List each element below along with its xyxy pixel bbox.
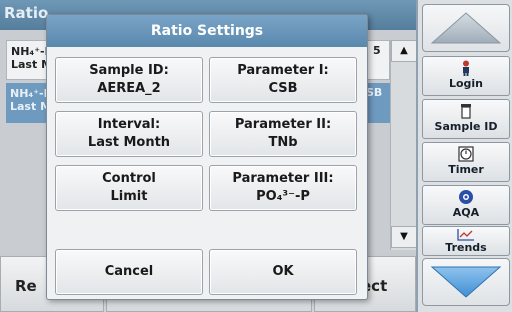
ok-button[interactable]: OK	[209, 249, 357, 295]
control-limit-line2: Limit	[110, 189, 148, 204]
parameter-2-value: TNb	[268, 135, 298, 150]
timer-button[interactable]: Timer	[422, 142, 510, 182]
dialog-title: Ratio Settings	[47, 15, 367, 47]
parameter-1-label: Parameter I:	[237, 63, 329, 78]
control-limit-button[interactable]: Control Limit	[55, 165, 203, 211]
parameter-3-button[interactable]: Parameter III: PO₄³⁻-P	[209, 165, 357, 211]
scroll-up-button[interactable]: ▲	[391, 40, 417, 62]
aqa-label: AQA	[452, 206, 480, 219]
screen-title: Ratio	[4, 4, 49, 22]
ratio-settings-dialog: Ratio Settings Sample ID: AEREA_2 Parame…	[46, 14, 368, 300]
list-scrollbar[interactable]: ▲ ▼	[390, 40, 417, 250]
timer-label: Timer	[448, 163, 484, 176]
side-panel: Login Sample ID Timer AQA Trends	[416, 0, 512, 312]
arrow-down-icon	[430, 266, 502, 298]
triangle-up-icon: ▲	[400, 45, 408, 56]
triangle-down-icon: ▼	[400, 231, 408, 242]
page-down-button[interactable]	[422, 258, 510, 306]
timer-icon	[423, 143, 509, 163]
ok-label: OK	[272, 264, 294, 279]
aqa-icon	[423, 186, 509, 206]
trend-chart-icon	[423, 227, 509, 241]
sample-id-setting-button[interactable]: Sample ID: AEREA_2	[55, 57, 203, 103]
parameter-2-label: Parameter II:	[234, 117, 332, 132]
parameter-3-label: Parameter III:	[232, 171, 334, 186]
parameter-1-button[interactable]: Parameter I: CSB	[209, 57, 357, 103]
cancel-button[interactable]: Cancel	[55, 249, 203, 295]
sample-id-setting-value: AEREA_2	[97, 81, 161, 96]
interval-button[interactable]: Interval: Last Month	[55, 111, 203, 157]
person-icon	[423, 57, 509, 77]
bottom-left-label: Re	[15, 277, 37, 295]
login-button[interactable]: Login	[422, 56, 510, 96]
sample-id-setting-label: Sample ID:	[89, 63, 169, 78]
login-label: Login	[448, 77, 484, 90]
parameter-3-value: PO₄³⁻-P	[256, 189, 310, 204]
page-up-button[interactable]	[422, 4, 510, 52]
scroll-down-button[interactable]: ▼	[391, 226, 417, 248]
sample-id-button[interactable]: Sample ID	[422, 99, 510, 139]
sample-id-label: Sample ID	[434, 120, 498, 133]
parameter-2-button[interactable]: Parameter II: TNb	[209, 111, 357, 157]
control-limit-line1: Control	[102, 171, 156, 186]
trends-label: Trends	[445, 241, 487, 254]
interval-value: Last Month	[87, 135, 171, 150]
list-item-right-text: 5	[373, 44, 381, 57]
cancel-label: Cancel	[104, 264, 154, 279]
trends-button[interactable]: Trends	[422, 226, 510, 256]
sample-vial-icon	[423, 100, 509, 120]
aqa-button[interactable]: AQA	[422, 185, 510, 225]
arrow-up-icon	[430, 12, 502, 44]
interval-label: Interval:	[97, 117, 161, 132]
list-item-right-text: SB	[366, 86, 383, 99]
parameter-1-value: CSB	[268, 81, 298, 96]
